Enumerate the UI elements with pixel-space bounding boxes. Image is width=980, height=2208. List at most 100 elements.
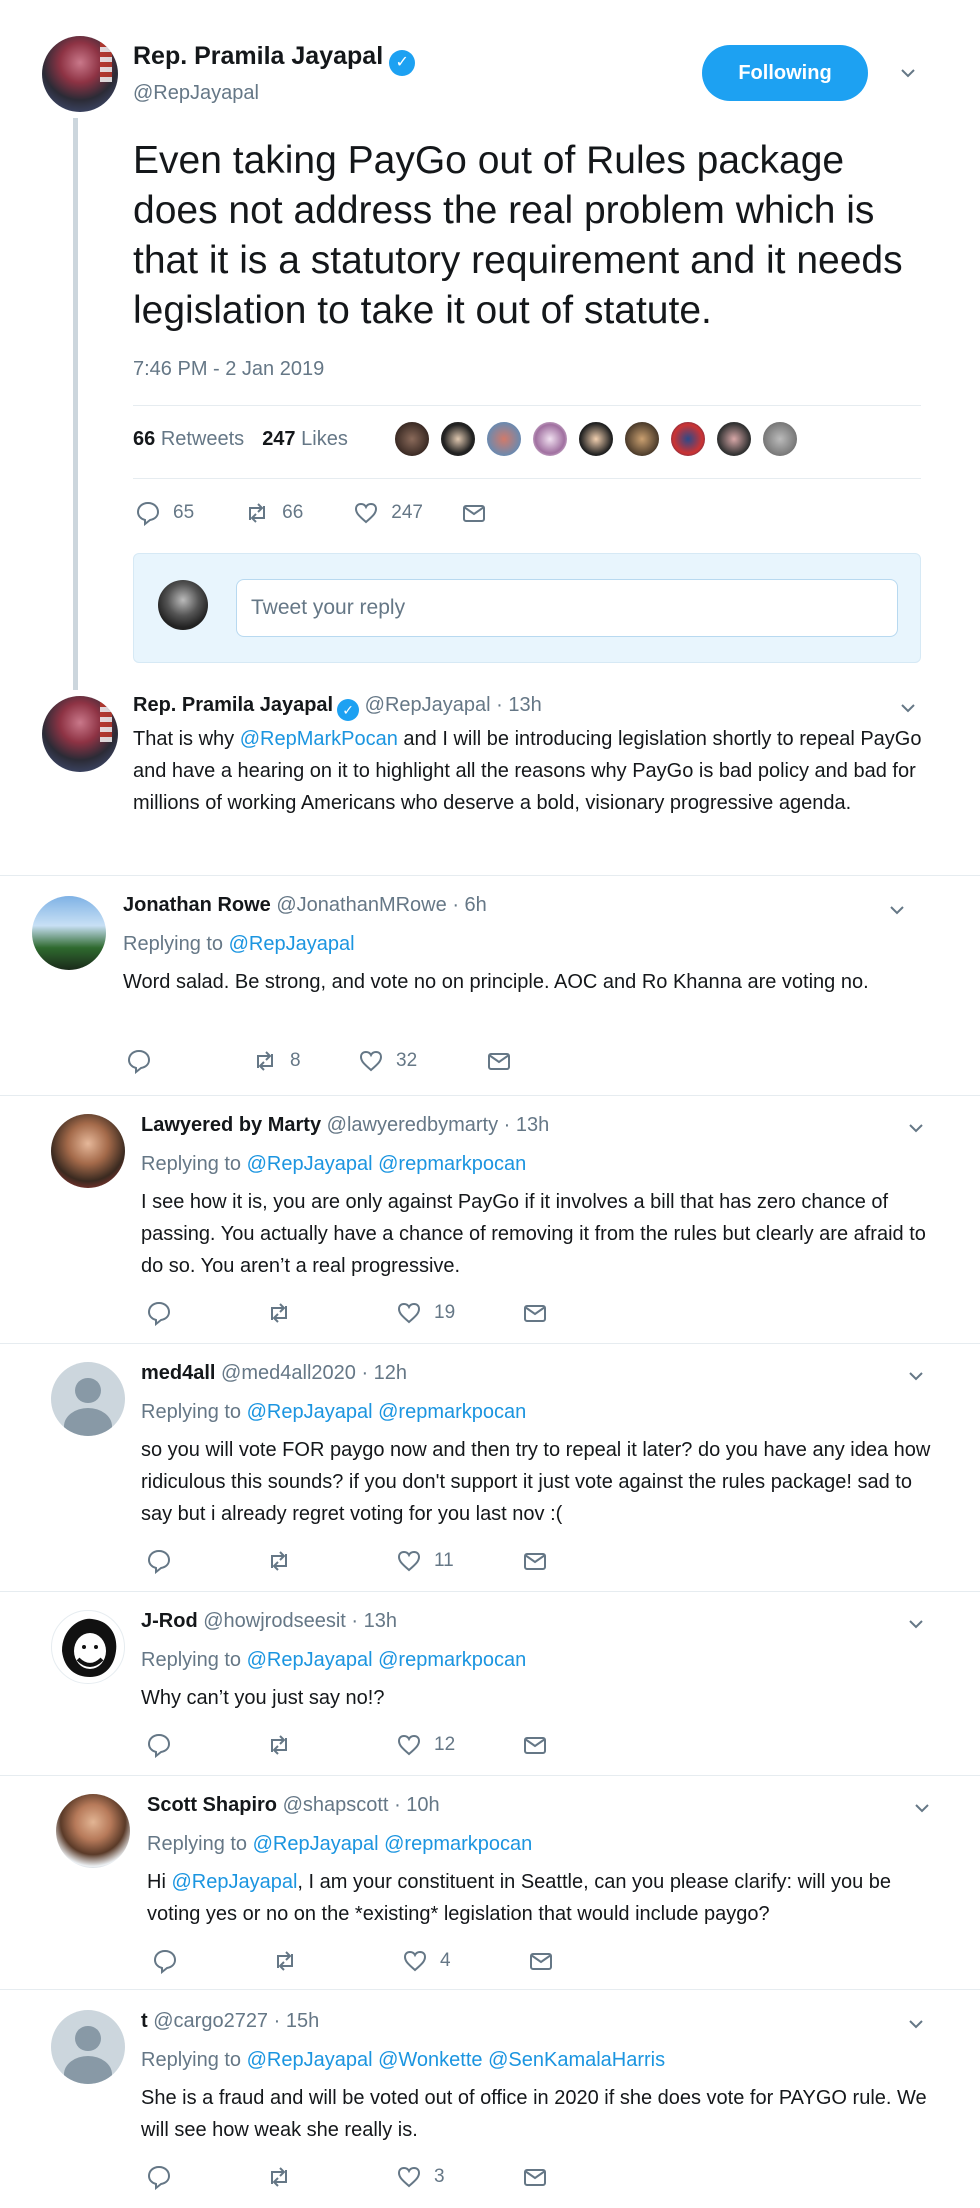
- replying-to-link[interactable]: @RepJayapal @repmarkpocan: [253, 1833, 533, 1855]
- mention-link[interactable]: @RepMarkPocan: [240, 728, 398, 750]
- author-name[interactable]: Rep. Pramila Jayapal ✓: [133, 42, 416, 76]
- retweet-button[interactable]: [272, 1948, 402, 1974]
- liker-avatar[interactable]: [715, 420, 753, 458]
- liker-avatar[interactable]: [485, 420, 523, 458]
- like-button[interactable]: 19: [396, 1300, 522, 1326]
- direct-message-button[interactable]: [486, 1048, 512, 1074]
- retweet-button[interactable]: [266, 1548, 396, 1574]
- author-name[interactable]: Lawyered by Marty: [141, 1114, 321, 1136]
- author-name[interactable]: Scott Shapiro: [147, 1794, 277, 1816]
- reply-button[interactable]: [146, 1300, 266, 1326]
- author-handle[interactable]: @lawyeredbymarty: [327, 1114, 498, 1136]
- avatar[interactable]: [56, 1794, 130, 1868]
- liker-avatar[interactable]: [577, 420, 615, 458]
- tweet-time[interactable]: · 15h: [274, 2010, 320, 2032]
- replying-to-link[interactable]: @RepJayapal @Wonkette @SenKamalaHarris: [247, 2049, 666, 2071]
- liker-avatar[interactable]: [531, 420, 569, 458]
- like-button[interactable]: 12: [396, 1732, 522, 1758]
- chevron-down-icon[interactable]: [886, 900, 908, 922]
- author-name[interactable]: t: [141, 2010, 148, 2032]
- chevron-down-icon[interactable]: [905, 1118, 927, 1140]
- tweet-time[interactable]: · 10h: [394, 1794, 440, 1816]
- reply-tweet[interactable]: J-Rod @howjrodseesit · 13h Replying to @…: [0, 1592, 980, 1776]
- author-handle[interactable]: @JonathanMRowe: [276, 894, 446, 916]
- likes-count[interactable]: 247: [262, 428, 295, 450]
- retweet-button[interactable]: [266, 2164, 396, 2190]
- avatar[interactable]: [42, 36, 118, 112]
- liker-avatar[interactable]: [439, 420, 477, 458]
- replying-to-link[interactable]: @RepJayapal: [229, 933, 355, 955]
- avatar[interactable]: [32, 896, 106, 970]
- retweet-button[interactable]: 8: [252, 1048, 358, 1074]
- author-handle[interactable]: @shapscott: [283, 1794, 389, 1816]
- like-button[interactable]: 4: [402, 1948, 528, 1974]
- author-handle[interactable]: @RepJayapal: [133, 82, 259, 105]
- tweet-time[interactable]: · 13h: [504, 1114, 550, 1136]
- reply-tweet[interactable]: Jonathan Rowe @JonathanMRowe · 6h Replyi…: [0, 876, 980, 1096]
- following-button[interactable]: Following: [702, 45, 868, 101]
- likes-label[interactable]: Likes: [301, 428, 348, 450]
- default-avatar-icon[interactable]: [51, 2010, 125, 2084]
- retweet-button[interactable]: [266, 1732, 396, 1758]
- liker-avatar[interactable]: [761, 420, 799, 458]
- tweet-timestamp[interactable]: 7:46 PM - 2 Jan 2019: [133, 358, 324, 381]
- thread-reply-tweet[interactable]: Rep. Pramila Jayapal ✓ @RepJayapal · 13h …: [0, 690, 980, 876]
- author-handle[interactable]: @cargo2727: [153, 2010, 268, 2032]
- direct-message-button[interactable]: [522, 1548, 548, 1574]
- chevron-down-icon[interactable]: [905, 1366, 927, 1388]
- reply-button[interactable]: [146, 1732, 266, 1758]
- direct-message-button[interactable]: [528, 1948, 554, 1974]
- chevron-down-icon[interactable]: [905, 2014, 927, 2036]
- retweets-label[interactable]: Retweets: [161, 428, 244, 450]
- retweet-button[interactable]: 66: [244, 500, 303, 526]
- liker-avatar[interactable]: [669, 420, 707, 458]
- chevron-down-icon[interactable]: [897, 698, 919, 720]
- author-handle[interactable]: @med4all2020: [221, 1362, 356, 1384]
- author-name-text[interactable]: Rep. Pramila Jayapal: [133, 42, 383, 70]
- author-name[interactable]: Jonathan Rowe: [123, 894, 271, 916]
- reply-button[interactable]: [126, 1048, 206, 1074]
- reply-button[interactable]: [152, 1948, 272, 1974]
- reply-tweet[interactable]: Lawyered by Marty @lawyeredbymarty · 13h…: [0, 1096, 980, 1344]
- avatar[interactable]: [51, 1610, 125, 1684]
- like-button[interactable]: 247: [353, 500, 423, 526]
- reply-button[interactable]: [146, 1548, 266, 1574]
- chevron-down-icon[interactable]: [911, 1798, 933, 1820]
- direct-message-button[interactable]: [461, 500, 487, 526]
- tweet-time[interactable]: · 13h: [351, 1610, 397, 1632]
- likers-avatars[interactable]: [393, 420, 799, 460]
- author-name[interactable]: Rep. Pramila Jayapal: [133, 694, 333, 716]
- direct-message-button[interactable]: [522, 1732, 548, 1758]
- author-handle[interactable]: @RepJayapal: [365, 694, 491, 716]
- avatar[interactable]: [51, 1114, 125, 1188]
- reply-input[interactable]: Tweet your reply: [236, 579, 898, 637]
- mention-link[interactable]: @RepJayapal: [171, 1871, 297, 1893]
- liker-avatar[interactable]: [623, 420, 661, 458]
- like-button[interactable]: 11: [396, 1548, 522, 1574]
- replying-to-link[interactable]: @RepJayapal @repmarkpocan: [247, 1401, 527, 1423]
- reply-button[interactable]: [146, 2164, 266, 2190]
- liker-avatar[interactable]: [393, 420, 431, 458]
- avatar[interactable]: [42, 696, 118, 772]
- chevron-down-icon[interactable]: [905, 1614, 927, 1636]
- reply-tweet[interactable]: Scott Shapiro @shapscott · 10h Replying …: [0, 1776, 980, 1990]
- direct-message-button[interactable]: [522, 1300, 548, 1326]
- reply-tweet[interactable]: t @cargo2727 · 15h Replying to @RepJayap…: [0, 1990, 980, 2208]
- author-name[interactable]: med4all: [141, 1362, 215, 1384]
- replying-to-link[interactable]: @RepJayapal @repmarkpocan: [247, 1153, 527, 1175]
- author-handle[interactable]: @howjrodseesit: [203, 1610, 346, 1632]
- reply-button[interactable]: 65: [135, 500, 194, 526]
- author-name[interactable]: J-Rod: [141, 1610, 198, 1632]
- direct-message-button[interactable]: [522, 2164, 548, 2190]
- like-button[interactable]: 32: [358, 1048, 486, 1074]
- replying-to-link[interactable]: @RepJayapal @repmarkpocan: [247, 1649, 527, 1671]
- tweet-time[interactable]: · 6h: [452, 894, 486, 916]
- retweet-button[interactable]: [266, 1300, 396, 1326]
- chevron-down-icon[interactable]: [897, 63, 919, 85]
- retweets-count[interactable]: 66: [133, 428, 155, 450]
- like-button[interactable]: 3: [396, 2164, 522, 2190]
- default-avatar-icon[interactable]: [51, 1362, 125, 1436]
- tweet-time[interactable]: · 12h: [361, 1362, 407, 1384]
- tweet-time[interactable]: · 13h: [496, 694, 542, 716]
- reply-tweet[interactable]: med4all @med4all2020 · 12h Replying to @…: [0, 1344, 980, 1592]
